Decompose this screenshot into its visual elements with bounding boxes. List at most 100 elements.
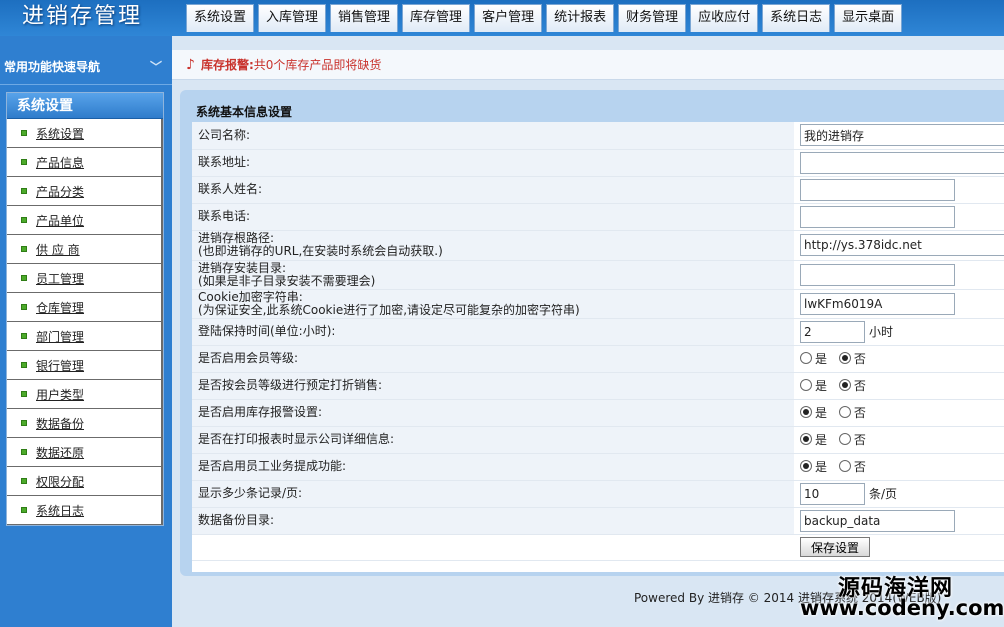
install-dir-label-line2: (如果是非子目录安装不需要理会) [198,273,376,288]
sidebar-item-label: 系统设置 [36,126,85,141]
nav-tab-inventory[interactable]: 库存管理 [402,4,471,32]
radio-label: 否 [853,459,866,474]
nav-tab-system-settings[interactable]: 系统设置 [186,4,255,32]
radio-circle [838,406,851,419]
member-discount-no-radio[interactable]: 否 [838,377,866,394]
bullet-icon [21,188,27,194]
form-row-member-discount: 是否按会员等级进行预定打折销售: 是 否 [192,372,1004,400]
install-dir-label: 进销存安装目录: (如果是非子目录安装不需要理会) [192,260,794,290]
radio-label: 是 [815,351,828,366]
form-row-address: 联系地址: [192,149,1004,177]
footer-text: Powered By 进销存 © 2014 进销存系统 2014(WEB版) [634,591,942,605]
settings-form: 公司名称: 联系地址: 联系人姓名: 联系电话: 进销存根路径: (也即进销存的… [192,122,1004,561]
member-level-no-radio[interactable]: 否 [838,350,866,367]
sidebar-item-staff[interactable]: 员工管理 [7,264,163,293]
sidebar-section-header[interactable]: 系统设置 [7,93,163,119]
bullet-icon [21,333,27,339]
commission-label: 是否启用员工业务提成功能: [192,453,794,481]
main-nav: 系统设置 入库管理 销售管理 库存管理 客户管理 统计报表 财务管理 应收应付 … [186,4,903,32]
member-discount-yes-radio[interactable]: 是 [800,377,827,394]
form-row-contact: 联系人姓名: [192,176,1004,204]
form-row-stock-alarm: 是否启用库存报警设置: 是 否 [192,399,1004,427]
install-dir-input[interactable] [800,263,955,286]
app-logo: 进销存管理 [22,4,143,29]
contact-name-input[interactable] [800,178,955,201]
save-settings-button[interactable]: 保存设置 [800,537,871,557]
sidebar-item-bank[interactable]: 银行管理 [7,351,163,380]
stock-alarm-yes-radio[interactable]: 是 [800,404,827,421]
sidebar-item-label: 用户类型 [36,387,85,402]
radio-label: 是 [815,378,828,393]
radio-label: 否 [853,405,866,420]
sidebar-item-label: 银行管理 [36,358,85,373]
stock-alarm-no-radio[interactable]: 否 [838,404,866,421]
root-path-input[interactable] [800,234,1004,256]
form-row-login-keep: 登陆保持时间(单位:小时): 小时 [192,318,1004,346]
nav-tab-inbound[interactable]: 入库管理 [258,4,327,32]
sidebar-item-warehouse[interactable]: 仓库管理 [7,293,163,322]
cookie-label: Cookie加密字符串: (为保证安全,此系统Cookie进行了加密,请设定尽可… [192,289,794,319]
backup-dir-label: 数据备份目录: [192,507,794,535]
radio-circle [838,460,851,473]
sidebar-item-supplier[interactable]: 供 应 商 [7,235,163,264]
nav-tab-customers[interactable]: 客户管理 [474,4,543,32]
sidebar-item-label: 部门管理 [36,329,85,344]
radio-circle-selected [838,352,851,365]
sidebar-menu: 系统设置 系统设置 产品信息 产品分类 产品单位 供 应 商 员工管理 仓库管理… [6,92,164,526]
nav-tab-receivables[interactable]: 应收应付 [690,4,759,32]
nav-tab-finance[interactable]: 财务管理 [618,4,687,32]
nav-tab-reports[interactable]: 统计报表 [546,4,615,32]
commission-yes-radio[interactable]: 是 [800,458,827,475]
radio-label: 否 [853,432,866,447]
sidebar-item-data-restore[interactable]: 数据还原 [7,438,163,467]
member-level-yes-radio[interactable]: 是 [800,350,827,367]
cookie-label-line1: Cookie加密字符串: [198,289,303,304]
print-company-yes-radio[interactable]: 是 [800,431,827,448]
contact-label: 联系人姓名: [192,176,794,204]
form-row-page-size: 显示多少条记录/页: 条/页 [192,480,1004,508]
cookie-secret-input[interactable] [800,292,955,315]
print-company-no-radio[interactable]: 否 [838,431,866,448]
radio-label: 是 [815,432,828,447]
sidebar-item-system-log[interactable]: 系统日志 [7,496,163,525]
install-dir-label-line1: 进销存安装目录: [198,260,287,275]
sidebar-item-label: 产品单位 [36,213,85,228]
sidebar-item-label: 产品分类 [36,184,85,199]
address-input[interactable] [800,151,1004,174]
sidebar-item-permissions[interactable]: 权限分配 [7,467,163,496]
login-keep-input[interactable] [800,320,865,343]
company-name-input[interactable] [800,124,1004,147]
sidebar-item-label: 产品信息 [36,155,85,170]
form-row-print-company: 是否在打印报表时显示公司详细信息: 是 否 [192,426,1004,454]
nav-tab-sales[interactable]: 销售管理 [330,4,399,32]
sidebar-item-data-backup[interactable]: 数据备份 [7,409,163,438]
sidebar-item-label: 供 应 商 [36,242,80,257]
radio-circle-selected [838,379,851,392]
speaker-icon: ♪ [186,56,195,73]
sidebar-item-product-category[interactable]: 产品分类 [7,177,163,206]
form-row-backup-dir: 数据备份目录: [192,507,1004,535]
sidebar-item-system-settings[interactable]: 系统设置 [7,119,163,148]
bullet-icon [21,275,27,281]
phone-input[interactable] [800,205,955,228]
stock-alert-text: 共0个库存产品即将缺货 [253,58,382,72]
bullet-icon [21,507,27,513]
bullet-icon [21,362,27,368]
nav-tab-system-log[interactable]: 系统日志 [762,4,831,32]
sidebar-item-user-type[interactable]: 用户类型 [7,380,163,409]
bullet-icon [21,304,27,310]
commission-no-radio[interactable]: 否 [838,458,866,475]
sidebar-item-department[interactable]: 部门管理 [7,322,163,351]
company-label: 公司名称: [192,122,794,150]
radio-circle-selected [800,460,812,473]
page-size-input[interactable] [800,482,865,505]
root-path-label: 进销存根路径: (也即进销存的URL,在安装时系统会自动获取.) [192,230,794,261]
backup-dir-input[interactable] [800,509,955,532]
sidebar-item-product-info[interactable]: 产品信息 [7,148,163,177]
sidebar-item-product-unit[interactable]: 产品单位 [7,206,163,235]
nav-tab-show-desktop[interactable]: 显示桌面 [834,4,903,32]
sidebar-title[interactable]: 常用功能快速导航 ﹀ [0,56,172,78]
form-row-root-path: 进销存根路径: (也即进销存的URL,在安装时系统会自动获取.) [192,230,1004,261]
member-discount-label: 是否按会员等级进行预定打折销售: [192,372,794,400]
chevron-down-icon[interactable]: ﹀ [150,56,162,78]
